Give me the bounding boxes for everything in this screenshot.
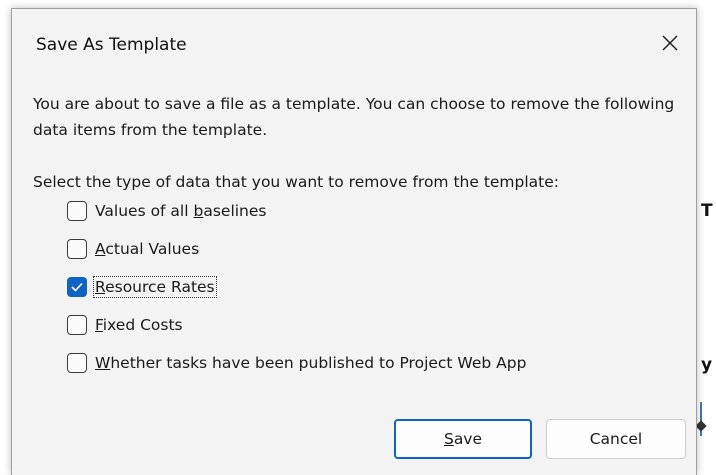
option-label: Actual Values xyxy=(95,240,200,258)
checkmark-icon xyxy=(71,282,83,292)
background-text-fragment: y xyxy=(701,355,713,375)
option-resource-rates[interactable]: Resource Rates xyxy=(67,276,527,298)
option-label: Values of all baselines xyxy=(95,202,267,220)
close-button[interactable] xyxy=(644,19,696,67)
dialog-instruction: Select the type of data that you want to… xyxy=(33,173,560,191)
background-text-fragment: T xyxy=(701,201,713,221)
checkbox-actual-values[interactable] xyxy=(67,239,87,259)
save-as-template-dialog: Save As Template You are about to save a… xyxy=(11,8,697,475)
cancel-button[interactable]: Cancel xyxy=(546,419,686,459)
option-fixed-costs[interactable]: Fixed Costs xyxy=(67,315,527,335)
option-values-of-all-baselines[interactable]: Values of all baselines xyxy=(67,201,527,221)
options-list: Values of all baselines Actual Values Re… xyxy=(67,201,527,391)
checkbox-fixed-costs[interactable] xyxy=(67,315,87,335)
option-actual-values[interactable]: Actual Values xyxy=(67,239,527,259)
dialog-description: You are about to save a file as a templa… xyxy=(33,95,675,139)
save-button[interactable]: Save xyxy=(394,419,532,459)
option-label: Whether tasks have been published to Pro… xyxy=(95,354,527,372)
checkbox-published-to-project-web-app[interactable] xyxy=(67,353,87,373)
dialog-titlebar: Save As Template xyxy=(12,9,696,77)
background-connector xyxy=(700,402,714,436)
close-icon xyxy=(662,35,678,51)
option-label: Fixed Costs xyxy=(95,316,183,334)
option-published-to-project-web-app[interactable]: Whether tasks have been published to Pro… xyxy=(67,353,527,373)
save-button-key: S xyxy=(443,430,454,448)
save-button-label: ave xyxy=(453,430,483,448)
checkbox-values-of-all-baselines[interactable] xyxy=(67,201,87,221)
checkbox-resource-rates[interactable] xyxy=(67,277,87,297)
dialog-title: Save As Template xyxy=(36,35,187,55)
option-label: Resource Rates xyxy=(93,276,217,298)
